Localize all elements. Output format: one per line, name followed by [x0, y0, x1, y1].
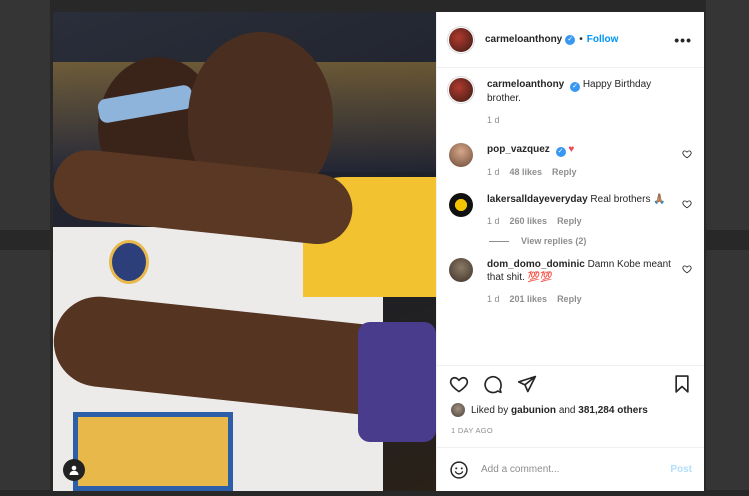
liked-by-joiner: and [558, 404, 576, 416]
comment-age[interactable]: 1 d [487, 215, 500, 228]
commenter-avatar[interactable] [449, 143, 473, 167]
post-timestamp[interactable]: 1 DAY AGO [437, 417, 704, 435]
comment-likes[interactable]: 48 likes [510, 166, 543, 179]
reply-button[interactable]: Reply [557, 215, 582, 228]
add-comment-input[interactable] [481, 464, 671, 475]
photo-jersey-number [73, 412, 233, 491]
liker-username[interactable]: gabunion [511, 405, 556, 416]
comment-likes[interactable]: 201 likes [510, 293, 548, 306]
post-modal: carmeloanthony ✓ • Follow ••• carmeloant… [53, 12, 704, 491]
comment-composer: Post [437, 447, 704, 491]
verified-badge-icon: ✓ [555, 147, 566, 157]
comment-item: lakersalldayeveryday Real brothers 🙏🏽 1 … [449, 193, 692, 228]
caption-age[interactable]: 1 d [487, 114, 500, 127]
liker-avatar[interactable] [451, 403, 465, 417]
comment-likes[interactable]: 260 likes [510, 215, 548, 228]
caption-username[interactable]: carmeloanthony [487, 79, 564, 90]
header-separator: • [579, 34, 583, 45]
caption: carmeloanthony ✓ Happy Birthday brother.… [449, 78, 692, 127]
view-replies-button[interactable]: View replies (2) [489, 236, 692, 246]
author-avatar[interactable] [449, 27, 473, 52]
like-comment-heart-icon[interactable] [682, 264, 692, 274]
verified-badge-icon: ✓ [565, 34, 576, 45]
comment-text-heart: ♥ [568, 144, 575, 155]
author-username[interactable]: carmeloanthony [485, 34, 562, 45]
view-replies-line [489, 240, 509, 242]
comment-age[interactable]: 1 d [487, 293, 500, 306]
photo-team-logo [109, 240, 149, 284]
comment-item: pop_vazquez ✓ ♥ 1 d 48 likes Reply [449, 143, 692, 179]
share-icon[interactable] [517, 374, 537, 394]
author-avatar[interactable] [449, 78, 473, 102]
comments-list[interactable]: carmeloanthony ✓ Happy Birthday brother.… [437, 68, 704, 365]
comment-username[interactable]: dom_domo_dominic [487, 259, 585, 270]
heart-icon[interactable] [449, 374, 469, 394]
post-comment-button[interactable]: Post [670, 464, 692, 475]
reply-button[interactable]: Reply [557, 293, 582, 306]
user-tag-icon[interactable] [63, 459, 85, 481]
comment-icon[interactable] [483, 374, 503, 394]
reply-button[interactable]: Reply [552, 166, 577, 179]
comment-username[interactable]: pop_vazquez [487, 144, 550, 155]
more-options-icon[interactable]: ••• [674, 32, 692, 48]
photo-wristband [358, 322, 436, 442]
post-header: carmeloanthony ✓ • Follow ••• [437, 12, 704, 68]
post-actions [437, 365, 704, 401]
comment-item: dom_domo_dominic Damn Kobe meant that sh… [449, 258, 692, 306]
view-replies-label: View replies (2) [521, 236, 587, 246]
comment-text: Real brothers 🙏🏽 [590, 194, 666, 205]
like-comment-heart-icon[interactable] [682, 149, 692, 159]
post-sidebar: carmeloanthony ✓ • Follow ••• carmeloant… [436, 12, 704, 491]
liked-by-prefix: Liked by [471, 404, 509, 416]
comment-username[interactable]: lakersalldayeveryday [487, 194, 588, 205]
follow-button[interactable]: Follow [587, 34, 619, 45]
post-photo [53, 12, 436, 491]
like-comment-heart-icon[interactable] [682, 199, 692, 209]
commenter-avatar[interactable] [449, 258, 473, 282]
verified-badge-icon: ✓ [570, 82, 581, 92]
comment-age[interactable]: 1 d [487, 166, 500, 179]
bookmark-icon[interactable] [672, 374, 692, 394]
commenter-avatar[interactable] [449, 193, 473, 217]
likes-count[interactable]: 381,284 others [578, 405, 648, 416]
emoji-icon[interactable] [449, 460, 469, 480]
liked-by-line: Liked by gabunion and 381,284 others [437, 401, 704, 417]
